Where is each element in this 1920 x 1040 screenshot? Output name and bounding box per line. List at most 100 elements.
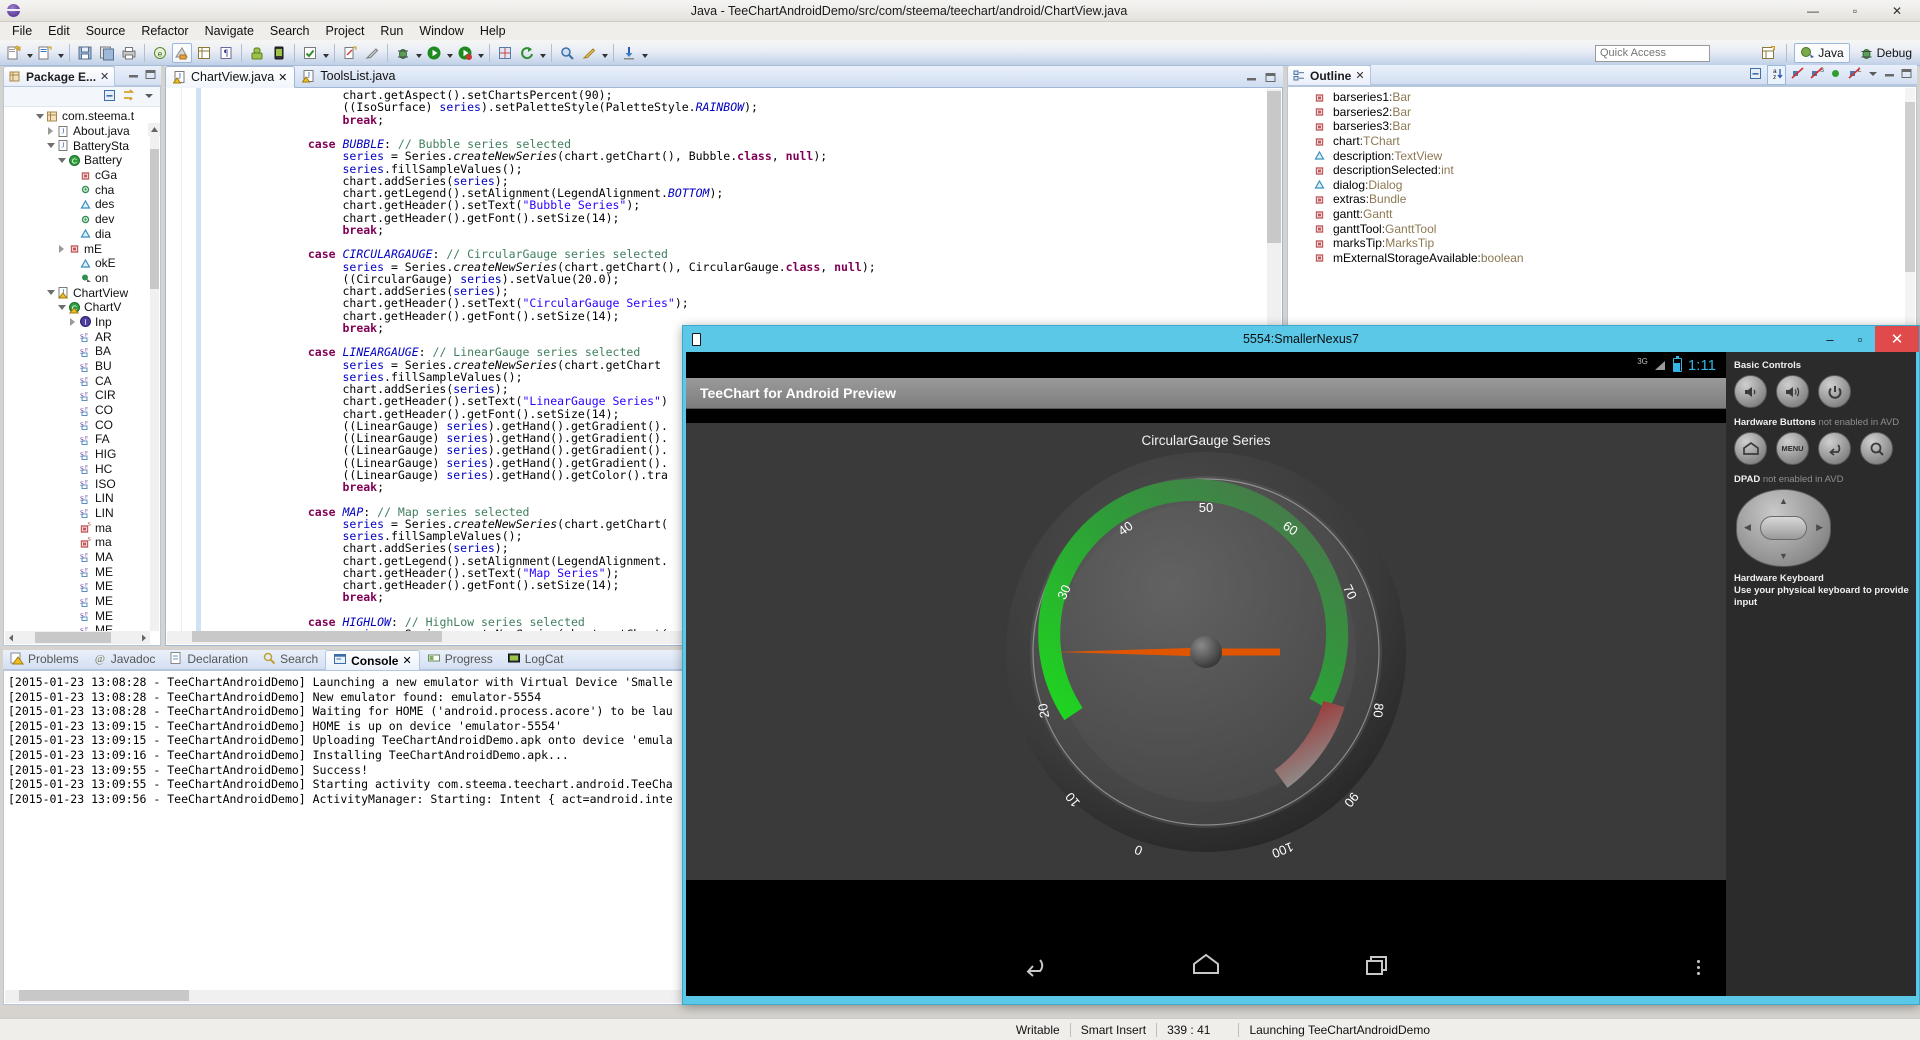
table-icon[interactable] [194,43,214,63]
open-type-icon[interactable] [495,43,515,63]
link-with-editor-icon[interactable] [122,88,137,106]
outline-item[interactable]: descriptionSelected : int [1288,163,1916,178]
app-content[interactable]: CircularGauge Series [686,409,1726,938]
tree-item[interactable]: SFMA [4,550,160,565]
download-dropdown-arrow[interactable] [640,43,649,63]
new-java-dropdown-arrow[interactable] [56,43,65,63]
debug-dropdown-arrow[interactable] [414,43,423,63]
dpad-up-icon[interactable]: ▲ [1779,496,1788,506]
new-wizard-icon[interactable] [4,43,24,63]
tree-item[interactable]: JAbout.java [4,124,160,139]
maximize-view-icon[interactable] [144,68,157,84]
window-close-button[interactable]: ✕ [1876,0,1918,21]
hide-local-types-icon[interactable]: L [1847,66,1862,84]
tree-item[interactable]: CChartV [4,300,160,315]
tree-item[interactable]: SFISO [4,476,160,491]
menu-source[interactable]: Source [78,23,134,39]
view-menu-icon[interactable] [142,89,155,105]
outline-minimize-icon[interactable] [1883,67,1896,83]
chart-surface[interactable]: CircularGauge Series [686,423,1726,880]
tree-item[interactable]: SFCO [4,403,160,418]
tree-item[interactable]: JBatterySta [4,138,160,153]
outline-maximize-icon[interactable] [1900,67,1913,83]
paragraph-icon[interactable]: ¶ [216,43,236,63]
outline-item[interactable]: dialog : Dialog [1288,178,1916,193]
run-dropdown-arrow[interactable] [445,43,454,63]
menu-run[interactable]: Run [372,23,411,39]
console-tab-close-icon[interactable]: ✕ [402,654,411,667]
run-external-tools-icon[interactable] [455,43,475,63]
tab-package-explorer[interactable]: Package E... ✕ [3,66,115,86]
tree-item[interactable]: SFBU [4,359,160,374]
emulator-close-button[interactable]: ✕ [1875,326,1919,352]
outline-item[interactable]: ganttTool : GanttTool [1288,221,1916,236]
outline-item[interactable]: barseries1 : Bar [1288,90,1916,105]
refresh-icon[interactable] [517,43,537,63]
edit-pencil-icon[interactable] [579,43,599,63]
package-explorer-close-icon[interactable]: ✕ [100,70,109,83]
home-icon[interactable] [1190,951,1222,984]
toggle-mark-occurrences-icon[interactable]: e [150,43,170,63]
tree-item[interactable]: CBattery [4,153,160,168]
power-icon[interactable] [1818,375,1851,408]
outline-list[interactable]: barseries1 : Barbarseries2 : Barbarserie… [1288,87,1916,265]
console-tab-logcat[interactable]: LogCat [500,649,571,669]
tree-twisty-closed[interactable] [67,318,78,326]
console-tab-search[interactable]: Search [255,649,325,669]
new-wizard-dropdown-arrow[interactable] [25,43,34,63]
collapse-all-icon[interactable] [102,88,117,106]
console-tab-declaration[interactable]: Declaration [162,649,255,669]
console-tab-progress[interactable]: Progress [420,649,500,669]
android-virtual-device-manager-icon[interactable] [247,43,267,63]
tree-item[interactable]: SFCO [4,417,160,432]
edit-dropdown-arrow[interactable] [600,43,609,63]
menu-file[interactable]: File [4,23,40,39]
window-minimize-button[interactable]: — [1792,0,1834,21]
tree-twisty-open[interactable] [56,305,67,310]
minimize-view-icon[interactable] [127,68,140,84]
refresh-dropdown-arrow[interactable] [538,43,547,63]
tree-item[interactable]: dev [4,212,160,227]
menu-window[interactable]: Window [411,23,471,39]
hide-static-icon[interactable]: S [1809,66,1824,84]
emulator-minimize-button[interactable]: – [1815,326,1845,352]
package-explorer-vscrollbar[interactable] [150,123,159,631]
outline-item[interactable]: extras : Bundle [1288,192,1916,207]
editor-folding-gutter[interactable] [182,88,196,631]
new-java-class-icon[interactable] [35,43,55,63]
tab-outline[interactable]: Outline ✕ [1287,65,1371,85]
back-icon[interactable] [1020,951,1050,984]
circular-gauge[interactable]: 0 10 20 30 40 50 60 70 80 90 [686,423,1726,880]
tree-item[interactable]: SFFA [4,432,160,447]
quick-access-input[interactable] [1595,45,1710,62]
tree-item[interactable]: SFHC [4,462,160,477]
android-sdk-manager-icon[interactable] [172,43,192,63]
tree-item[interactable]: SFME [4,594,160,609]
overflow-icon[interactable] [1697,960,1700,975]
save-icon[interactable] [75,43,95,63]
menu-search[interactable]: Search [262,23,318,39]
editor-maximize-icon[interactable] [1264,71,1277,87]
tree-item[interactable]: com.steema.t [4,109,160,124]
window-maximize-button[interactable]: ▫ [1834,0,1876,21]
outline-item[interactable]: gantt : Gantt [1288,207,1916,222]
tree-item[interactable]: SFCIR [4,388,160,403]
open-perspective-icon[interactable] [1758,43,1778,63]
check-task-dropdown-arrow[interactable] [321,43,330,63]
outline-item[interactable]: description : TextView [1288,148,1916,163]
run-icon[interactable] [424,43,444,63]
dpad-control[interactable]: ▲ ◀ ▶ ▼ [1736,489,1831,567]
tab-chartview-java[interactable]: J ChartView.java ✕ [165,66,295,88]
collapse-all-icon-outline[interactable] [1748,66,1763,84]
editor-annotation-gutter[interactable] [166,88,182,631]
tree-item[interactable]: SFLIN [4,506,160,521]
tree-twisty-open[interactable] [56,158,67,163]
outline-item[interactable]: marksTip : MarksTip [1288,236,1916,251]
tab-chartview-close-icon[interactable]: ✕ [278,71,287,84]
perspective-java[interactable]: Java [1794,43,1849,63]
android-screen[interactable]: 3G 1:11 TeeChart for Android Preview Cir… [686,352,1726,996]
sort-alphabetically-icon[interactable]: az [1767,65,1786,85]
tree-twisty-open[interactable] [34,114,45,119]
menu-help[interactable]: Help [472,23,514,39]
volume-down-icon[interactable] [1734,375,1767,408]
